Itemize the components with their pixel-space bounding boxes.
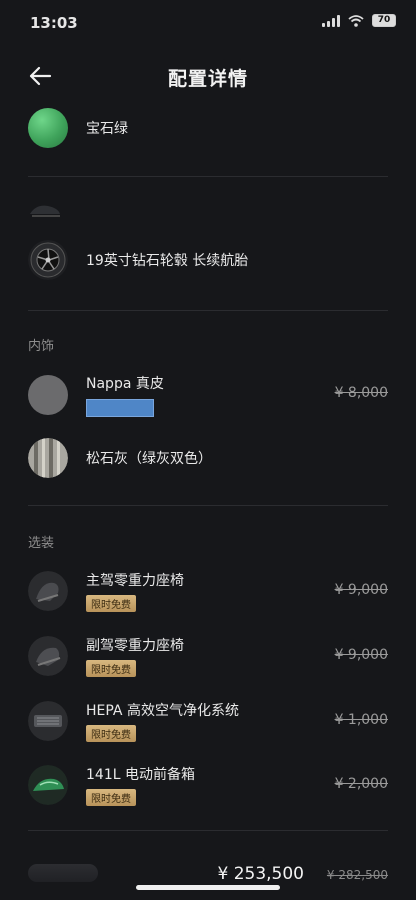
seat-material-tag (86, 399, 154, 417)
option-item: 主驾零重力座椅 限时免费 ¥ 9,000 (28, 570, 388, 612)
free-badge: 限时免费 (86, 725, 136, 742)
interior-section-label: 内饰 (28, 339, 55, 354)
battery-icon: 70 (372, 14, 396, 27)
color-scheme-swatch (28, 438, 68, 478)
price-footer: ¥ 253,500 ¥ 282,500 (0, 846, 416, 900)
free-badge: 限时免费 (86, 595, 136, 612)
seat-material-price: ¥ 8,000 (334, 385, 388, 401)
signal-icon (322, 14, 340, 27)
status-time: 13:03 (30, 14, 78, 32)
option-item: 141L 电动前备箱 限时免费 ¥ 2,000 (28, 764, 388, 806)
option-item: 副驾零重力座椅 限时免费 ¥ 9,000 (28, 635, 388, 677)
wheel-image (28, 240, 68, 280)
exterior-color-label: 宝石绿 (86, 121, 128, 137)
nav-header: 配置详情 (0, 52, 416, 102)
seat-image (28, 571, 68, 611)
page-title: 配置详情 (167, 68, 248, 90)
status-bar: 13:03 70 (0, 0, 416, 46)
status-icons: 70 (322, 14, 396, 27)
car-thumbnail (28, 864, 98, 882)
divider (28, 176, 388, 177)
exterior-color-row: 宝石绿 (28, 108, 388, 148)
total-price: ¥ 253,500 (217, 864, 304, 884)
option-price: ¥ 1,000 (334, 712, 388, 728)
original-price: ¥ 282,500 (326, 868, 388, 882)
home-indicator[interactable] (136, 885, 280, 890)
option-price: ¥ 2,000 (334, 776, 388, 792)
wheels-row: 19英寸钻石轮毂 长续航胎 (28, 240, 388, 280)
free-badge: 限时免费 (86, 789, 136, 806)
color-scheme-label: 松石灰（绿灰双色） (86, 451, 212, 467)
divider (28, 310, 388, 311)
seat-material-row: Nappa 真皮 ¥ 8,000 (28, 373, 388, 417)
frunk-image (28, 765, 68, 805)
option-price: ¥ 9,000 (334, 647, 388, 663)
wifi-icon (348, 14, 364, 27)
divider (28, 505, 388, 506)
option-price: ¥ 9,000 (334, 582, 388, 598)
option-item: HEPA 高效空气净化系统 限时免费 ¥ 1,000 (28, 700, 388, 742)
divider (28, 830, 388, 831)
seat-image (28, 636, 68, 676)
car-image (30, 205, 60, 217)
color-swatch (28, 108, 68, 148)
seat-material-swatch (28, 375, 68, 415)
options-section-label: 选装 (28, 536, 55, 551)
air-purifier-image (28, 701, 68, 741)
free-badge: 限时免费 (86, 660, 136, 677)
wheels-label: 19英寸钻石轮毂 长续航胎 (86, 253, 249, 269)
color-scheme-row: 松石灰（绿灰双色） (28, 438, 388, 478)
